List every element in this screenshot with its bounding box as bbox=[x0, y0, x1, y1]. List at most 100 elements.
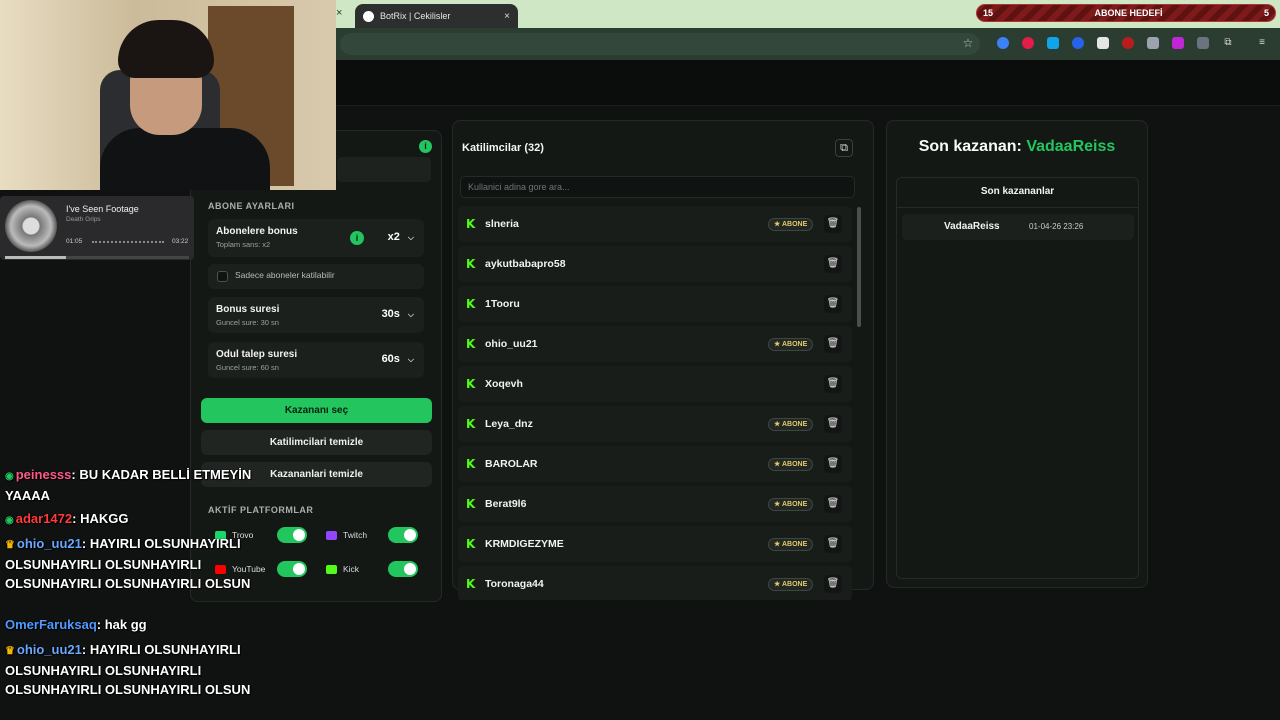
extension-3-icon[interactable] bbox=[1047, 37, 1059, 49]
chevron-down-icon: ⌵ bbox=[407, 355, 414, 364]
delete-icon[interactable]: 🗑 bbox=[824, 295, 842, 313]
delete-icon[interactable]: 🗑 bbox=[824, 495, 842, 513]
track-total: 03:22 bbox=[172, 238, 189, 245]
bookmark-star-icon[interactable]: ☆ bbox=[962, 37, 974, 49]
delete-icon[interactable]: 🗑 bbox=[824, 375, 842, 393]
kick-icon: K bbox=[466, 417, 476, 431]
only-subscribers-label: Sadece aboneler katilabilir bbox=[235, 270, 335, 280]
participant-row: K BAROLAR ★ ABONE 🗑 bbox=[458, 446, 852, 482]
participants-list: Kslneria ★ ABONE 🗑 Kaykutbabapro58 🗑 K 1Tooru 🗑… bbox=[458, 206, 852, 600]
browser-tab[interactable]: BotRix | Cekilisler × bbox=[355, 4, 518, 28]
duration-select[interactable]: 30s ⌵ bbox=[382, 308, 414, 320]
delete-icon[interactable]: 🗑 bbox=[824, 255, 842, 273]
extension-1-icon[interactable] bbox=[997, 37, 1009, 49]
chat-username: peinesss bbox=[15, 467, 72, 482]
claim-label: Odul talep suresi bbox=[216, 349, 298, 360]
chevron-down-icon: ⌵ bbox=[407, 233, 414, 242]
kick-icon: K bbox=[466, 257, 476, 271]
extension-8-icon[interactable] bbox=[1172, 37, 1184, 49]
participant-name: ohio_uu21 bbox=[485, 338, 538, 350]
participants-title: Katilimcilar (32) bbox=[462, 142, 544, 154]
participant-name: aykutbabapro58 bbox=[485, 258, 566, 270]
youtube-toggle[interactable] bbox=[277, 561, 307, 577]
trovo-toggle[interactable] bbox=[277, 527, 307, 543]
tab-close-icon[interactable]: × bbox=[504, 11, 510, 22]
winner-name: VadaaReiss bbox=[944, 221, 1000, 232]
address-bar[interactable] bbox=[340, 33, 980, 55]
chat-text: hak gg bbox=[104, 617, 147, 632]
kick-toggle[interactable] bbox=[388, 561, 418, 577]
extensions-puzzle-icon[interactable]: ⧉ bbox=[1222, 37, 1234, 49]
subscriber-badge: ★ ABONE bbox=[768, 498, 814, 511]
participant-row: Kohio_uu21 ★ ABONE 🗑 bbox=[458, 326, 852, 362]
participant-row: K Xoqevh 🗑 bbox=[458, 366, 852, 402]
settings-input-strip[interactable] bbox=[337, 157, 431, 182]
chat-text: HAKGG bbox=[80, 511, 129, 526]
delete-icon[interactable]: 🗑 bbox=[824, 535, 842, 553]
extension-2-icon[interactable] bbox=[1022, 37, 1034, 49]
chevron-down-icon: ⌵ bbox=[407, 310, 414, 319]
kick-badge-icon: ◉ bbox=[5, 515, 14, 526]
info-icon[interactable]: i bbox=[419, 140, 432, 153]
extension-7-icon[interactable] bbox=[1147, 37, 1159, 49]
chat-message: ♛ ohio_uu21: HAYIRLI OLSUNHAYIRLI OLSUNHA… bbox=[5, 642, 251, 697]
participant-search-input[interactable] bbox=[460, 176, 855, 198]
bonus-select-value: x2 bbox=[387, 231, 400, 243]
kick-icon bbox=[326, 564, 337, 574]
prev-tab-close-icon[interactable]: × bbox=[336, 7, 342, 19]
subscriber-badge: ★ ABONE bbox=[768, 338, 814, 351]
delete-icon[interactable]: 🗑 bbox=[824, 455, 842, 473]
webcam-person-body bbox=[100, 128, 270, 190]
claim-select-value: 60s bbox=[381, 353, 400, 365]
delete-icon[interactable]: 🗑 bbox=[824, 415, 842, 433]
platform-kick-label: Kick bbox=[343, 564, 360, 574]
track-progress-bar bbox=[5, 256, 189, 259]
goal-target: 5 bbox=[1263, 8, 1269, 18]
kick-badge-icon: ◉ bbox=[5, 471, 14, 482]
bonus-info-icon[interactable]: i bbox=[350, 231, 364, 245]
extension-9-icon[interactable] bbox=[1197, 37, 1209, 49]
clear-participants-button[interactable]: Katilimcilari temizle bbox=[201, 430, 432, 455]
goal-current: 15 bbox=[983, 8, 994, 18]
webcam-overlay bbox=[0, 0, 336, 190]
twitch-toggle[interactable] bbox=[388, 527, 418, 543]
claim-sub: Guncel sure: 60 sn bbox=[216, 363, 279, 372]
menu-icon[interactable]: ≡ bbox=[1256, 37, 1268, 49]
chat-username: OmerFaruksaq bbox=[5, 617, 97, 632]
participant-row: K Toronaga44 ★ ABONE 🗑 bbox=[458, 566, 852, 600]
participants-scrollbar[interactable] bbox=[857, 207, 861, 327]
delete-icon[interactable]: 🗑 bbox=[824, 335, 842, 353]
platform-kick: Kick bbox=[326, 557, 359, 581]
recent-winners-title: Son kazananlar bbox=[980, 186, 1055, 197]
now-playing-widget: I've Seen Footage Death Grips 01:05 03:2… bbox=[0, 196, 194, 260]
chat-message: ◉ peinesss: BU KADAR BELLİ ETMEYİN YAAAA bbox=[5, 467, 252, 503]
last-winner-name: VadaaReiss bbox=[1026, 138, 1116, 155]
extension-6-icon[interactable] bbox=[1122, 37, 1134, 49]
kick-icon: K bbox=[466, 377, 476, 391]
participant-row: K Leya_dnz ★ ABONE 🗑 bbox=[458, 406, 852, 442]
bonus-label: Abonelere bonus bbox=[216, 226, 298, 237]
kick-icon: K bbox=[466, 457, 476, 471]
bonus-select[interactable]: x2 ⌵ bbox=[388, 231, 414, 243]
chat-message: ◉ adar1472: HAKGG bbox=[5, 511, 129, 526]
only-subscribers-setting[interactable]: Sadece aboneler katilabilir bbox=[208, 264, 424, 289]
goal-label: ABONE HEDEFİ bbox=[1094, 8, 1163, 18]
copy-icon[interactable]: ⧉ bbox=[835, 139, 853, 157]
delete-icon[interactable]: 🗑 bbox=[824, 215, 842, 233]
bonus-sub: Toplam sans: x2 bbox=[216, 240, 271, 249]
subscriber-badge: ★ ABONE bbox=[768, 418, 814, 431]
track-artist: Death Grips bbox=[66, 216, 101, 223]
track-elapsed: 01:05 bbox=[66, 238, 83, 245]
participant-name: Leya_dnz bbox=[485, 418, 533, 430]
bonus-duration-setting: Bonus suresi Guncel sure: 30 sn 30s ⌵ bbox=[208, 297, 424, 333]
extension-4-icon[interactable] bbox=[1072, 37, 1084, 49]
only-subscribers-checkbox[interactable] bbox=[217, 271, 228, 282]
participant-name: BAROLAR bbox=[485, 458, 538, 470]
pick-winner-button[interactable]: Kazananı seç bbox=[201, 398, 432, 423]
delete-icon[interactable]: 🗑 bbox=[824, 575, 842, 593]
claim-select[interactable]: 60s ⌵ bbox=[382, 353, 414, 365]
participant-row: Kaykutbabapro58 🗑 bbox=[458, 246, 852, 282]
kick-icon: K bbox=[466, 497, 476, 511]
extension-5-icon[interactable] bbox=[1097, 37, 1109, 49]
participant-row: Kslneria ★ ABONE 🗑 bbox=[458, 206, 852, 242]
